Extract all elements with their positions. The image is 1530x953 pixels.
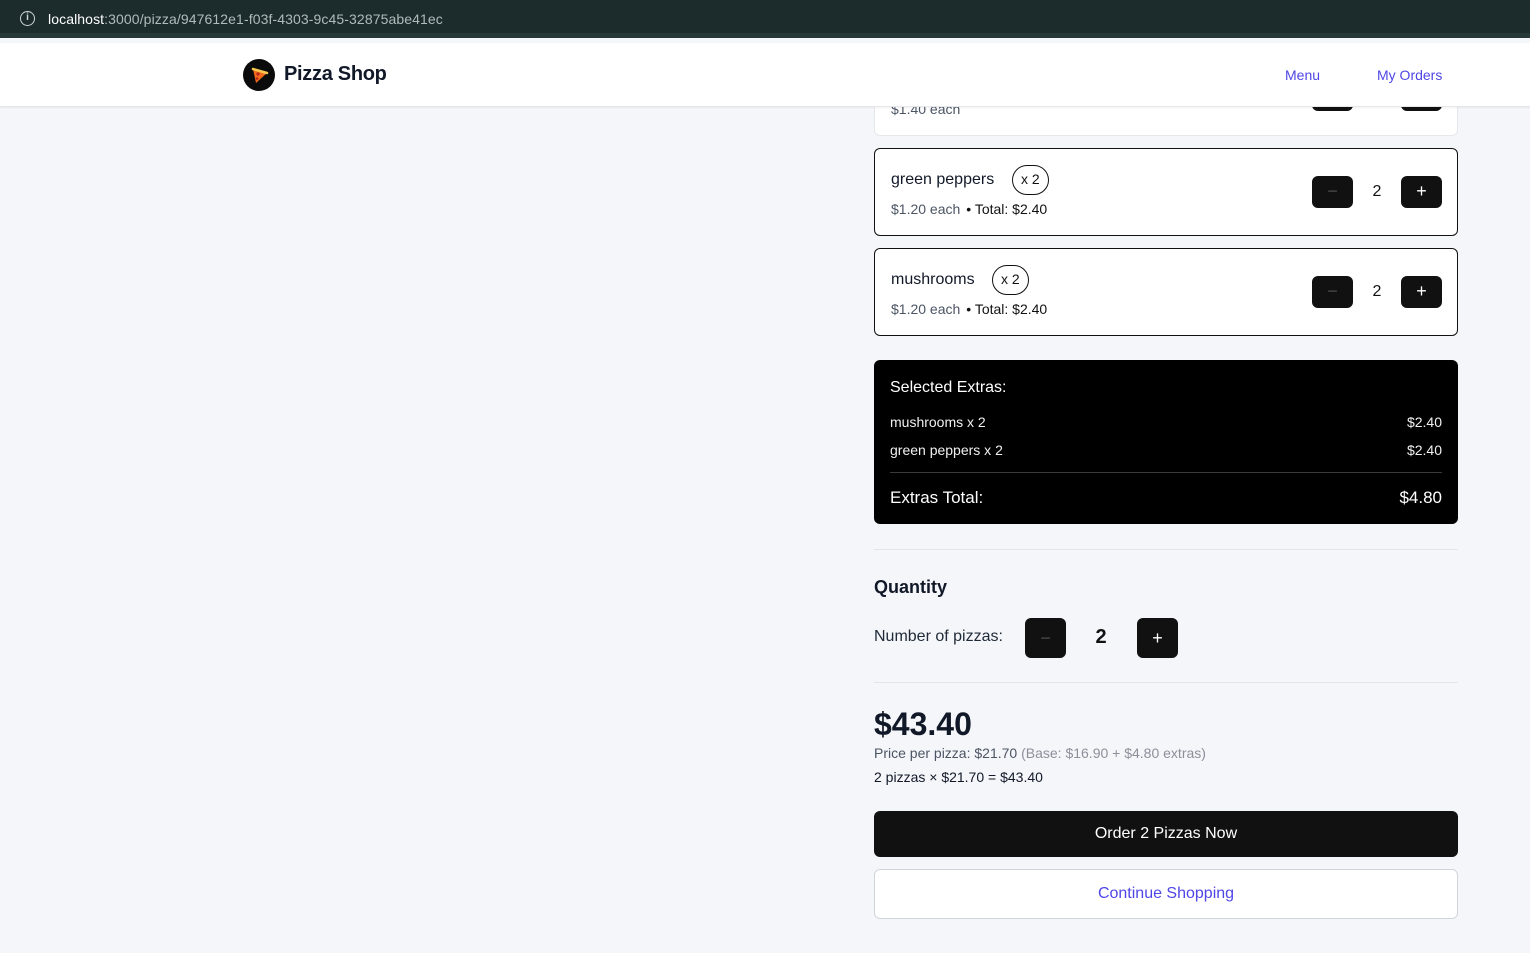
brand-name[interactable]: Pizza Shop [284, 63, 387, 86]
extra-price-line: $1.20 each • Total: $2.40 [891, 301, 1047, 317]
pizza-quantity-increment-button[interactable]: + [1137, 618, 1178, 658]
extra-increment-button[interactable]: + [1401, 176, 1442, 208]
extra-name: green peppers [891, 171, 995, 188]
summary-row-amount: $2.40 [1406, 414, 1442, 430]
summary-row-label: green peppers x 2 [890, 442, 1003, 458]
extra-count-badge: x 2 [992, 265, 1029, 295]
extra-decrement-button[interactable]: − [1312, 276, 1353, 308]
extra-total: • Total: $2.40 [966, 301, 1048, 317]
summary-row: mushrooms x 2 $2.40 [890, 414, 1442, 430]
extra-quantity-value: 2 [1372, 283, 1382, 300]
summary-divider [890, 472, 1442, 473]
order-total-price: $43.40 [874, 706, 972, 742]
extra-card-mushrooms: mushrooms x 2 $1.20 each • Total: $2.40 −… [874, 248, 1458, 336]
extra-total: • Total: $2.40 [966, 201, 1048, 217]
extra-quantity-value: 2 [1372, 183, 1382, 200]
summary-row: green peppers x 2 $2.40 [890, 442, 1442, 458]
extras-total-row: Extras Total: $4.80 [890, 488, 1442, 508]
selected-extras-summary: Selected Extras: mushrooms x 2 $2.40 gre… [874, 360, 1458, 524]
continue-shopping-button[interactable]: Continue Shopping [874, 869, 1458, 919]
extra-unit-price: $1.20 each [891, 301, 961, 317]
url-path: :3000/pizza/947612e1-f03f-4303-9c45-3287… [104, 11, 443, 27]
site-header: Pizza Shop Menu My Orders [0, 43, 1530, 107]
quantity-label: Number of pizzas: [874, 628, 1003, 645]
price-base-note: (Base: $16.90 + $4.80 extras) [1021, 745, 1206, 761]
extra-price-line: $1.20 each • Total: $2.40 [891, 201, 1047, 217]
summary-row-label: mushrooms x 2 [890, 414, 986, 430]
price-calculation: 2 pizzas × $21.70 = $43.40 [874, 769, 1043, 785]
price-per-pizza-line: Price per pizza: $21.70 (Base: $16.90 + … [874, 745, 1206, 761]
extra-unit-price: $1.20 each [891, 201, 961, 217]
summary-row-amount: $2.40 [1406, 442, 1442, 458]
extra-increment-button[interactable]: + [1401, 276, 1442, 308]
order-now-button[interactable]: Order 2 Pizzas Now [874, 811, 1458, 857]
summary-title: Selected Extras: [890, 379, 1007, 396]
section-divider [874, 549, 1458, 550]
url-text[interactable]: localhost:3000/pizza/947612e1-f03f-4303-… [48, 11, 443, 27]
site-info-icon[interactable]: i [20, 11, 35, 26]
pizza-quantity-value: 2 [1095, 626, 1107, 648]
nav-my-orders-link[interactable]: My Orders [1377, 67, 1442, 83]
browser-address-bar[interactable]: i localhost:3000/pizza/947612e1-f03f-430… [0, 0, 1530, 38]
section-divider [874, 682, 1458, 683]
extras-total-label: Extras Total: [890, 488, 984, 507]
pizza-quantity-decrement-button[interactable]: − [1025, 618, 1066, 658]
extra-name: mushrooms [891, 271, 975, 288]
extra-decrement-button[interactable]: − [1312, 176, 1353, 208]
pizza-logo-icon[interactable] [243, 59, 275, 91]
quantity-heading: Quantity [874, 577, 948, 597]
nav-menu-link[interactable]: Menu [1285, 67, 1320, 83]
extra-count-badge: x 2 [1012, 165, 1049, 195]
extras-total-amount: $4.80 [1399, 488, 1442, 507]
price-per-pizza: Price per pizza: $21.70 [874, 745, 1018, 761]
extra-card-green-peppers: green peppers x 2 $1.20 each • Total: $2.… [874, 148, 1458, 236]
url-host: localhost [48, 11, 105, 27]
